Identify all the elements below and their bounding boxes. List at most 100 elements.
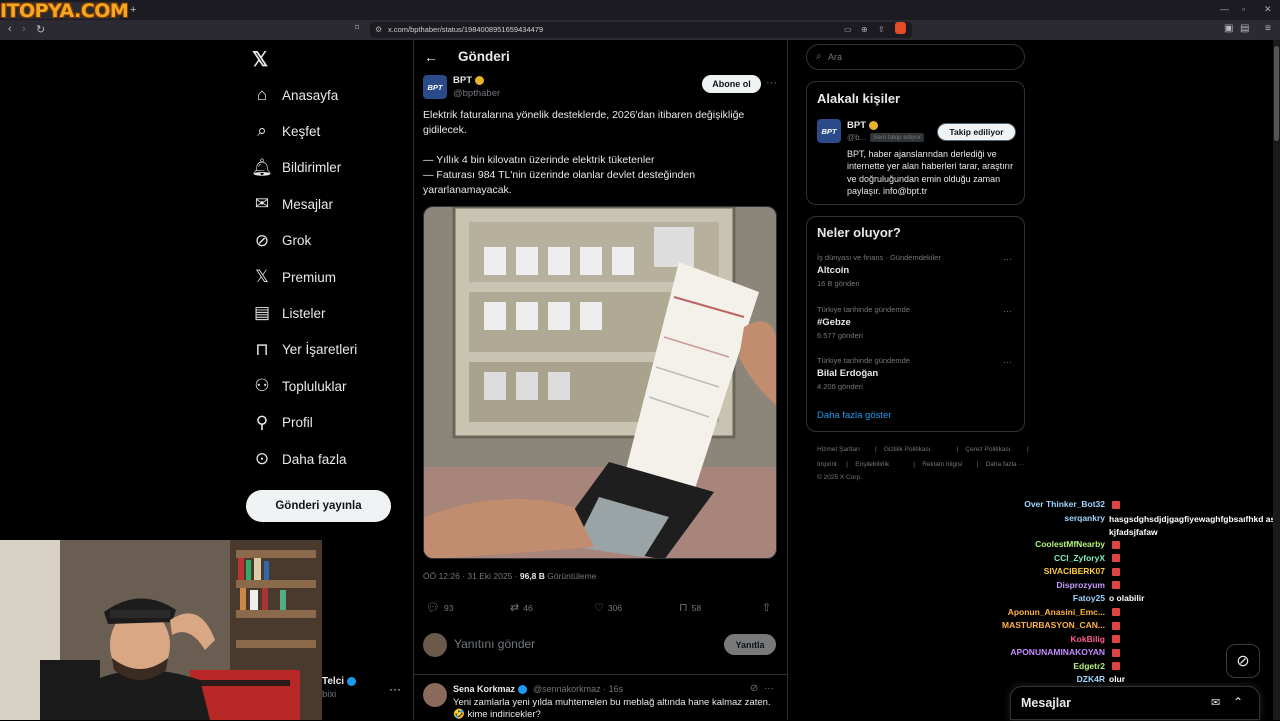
related-avatar[interactable]: BPT bbox=[817, 119, 841, 143]
wallet-icon[interactable]: ▣ bbox=[1224, 23, 1233, 34]
nav-item[interactable]: ⚲ Profil bbox=[252, 410, 313, 436]
new-tab-icon[interactable]: + bbox=[130, 4, 136, 16]
back-arrow-icon[interactable]: ← bbox=[424, 49, 438, 65]
chat-username[interactable]: KokBilig bbox=[1071, 634, 1105, 644]
x-logo-icon[interactable]: 𝕏 bbox=[252, 47, 268, 72]
footer-link[interactable]: Erişilebilirlik bbox=[855, 461, 889, 468]
tweet-text-line: Elektrik faturalarına yönelik desteklerd… bbox=[423, 109, 745, 136]
chat-username[interactable]: CCI_ZyforyX bbox=[1054, 553, 1105, 563]
footer-link[interactable]: Imprint bbox=[817, 461, 837, 468]
comment-icons[interactable]: ⊘ ··· bbox=[750, 683, 774, 694]
chat-username[interactable]: Fatoy25 bbox=[1073, 593, 1105, 603]
menu-icon[interactable]: ≡ bbox=[1265, 23, 1271, 34]
comment-avatar[interactable] bbox=[423, 683, 447, 707]
close-window-icon[interactable]: ✕ bbox=[1264, 4, 1272, 15]
chat-username[interactable]: Edgetr2 bbox=[1073, 661, 1105, 671]
following-button[interactable]: Takip ediliyor bbox=[937, 123, 1016, 141]
nav-label: Daha fazla bbox=[282, 451, 347, 467]
repost-action[interactable]: ⇄ 46 bbox=[510, 601, 533, 614]
chat-username[interactable]: Aponun_Anasini_Emc... bbox=[1008, 607, 1105, 617]
nav-item[interactable]: ⊓ Yer İşaretleri bbox=[252, 337, 357, 363]
reply-button[interactable]: Yanıtla bbox=[724, 634, 776, 655]
related-name[interactable]: BPT bbox=[847, 120, 878, 131]
scrollbar[interactable] bbox=[1273, 40, 1280, 720]
comment-handle[interactable]: @sennakorkmaz · 16s bbox=[533, 684, 623, 694]
chat-username[interactable]: APONUNAMINAKOYAN bbox=[1010, 647, 1105, 657]
footer-separator: | bbox=[913, 461, 915, 468]
nav-item[interactable]: ⌂ Anasayfa bbox=[252, 82, 338, 108]
search-input[interactable]: Ara bbox=[828, 52, 842, 62]
footer-link[interactable]: Daha fazla ··· bbox=[986, 461, 1025, 468]
list-icon: ▤ bbox=[253, 303, 271, 323]
chat-username[interactable]: Disprozyum bbox=[1056, 580, 1105, 590]
expand-drawer-icon[interactable]: ⌃ bbox=[1233, 695, 1243, 709]
trend-more-icon[interactable]: ··· bbox=[1003, 306, 1012, 316]
back-icon[interactable]: ‹ bbox=[8, 23, 12, 35]
nav-item[interactable]: ⊘ Grok bbox=[252, 228, 311, 254]
show-more-link[interactable]: Daha fazla göster bbox=[817, 410, 891, 421]
screen-icon[interactable]: ▭ bbox=[844, 25, 852, 34]
like-action[interactable]: ♡ 306 bbox=[594, 601, 622, 614]
footer-link[interactable]: Hizmet Şartları bbox=[817, 446, 860, 453]
brave-shield-icon[interactable] bbox=[895, 22, 906, 34]
account-switcher[interactable]: Telci bixi bbox=[322, 676, 357, 700]
chat-username[interactable]: MASTURBASYON_CAN... bbox=[1002, 620, 1105, 630]
bookmark-page-icon[interactable]: ⌑ bbox=[355, 23, 359, 32]
forward-icon[interactable]: › bbox=[22, 23, 26, 35]
subscribe-button[interactable]: Abone ol bbox=[702, 75, 761, 93]
share-action[interactable]: ⇧ bbox=[762, 601, 775, 614]
chat-username[interactable]: CoolestMfNearby bbox=[1035, 539, 1105, 549]
maximize-icon[interactable]: ▫ bbox=[1242, 4, 1245, 14]
author-avatar[interactable]: BPT bbox=[423, 75, 447, 99]
emote-icon bbox=[1112, 500, 1120, 509]
account-more-icon[interactable]: ··· bbox=[389, 682, 401, 696]
trend-more-icon[interactable]: ··· bbox=[1003, 357, 1012, 367]
new-message-icon[interactable]: ✉ bbox=[1211, 696, 1220, 709]
comment-author[interactable]: Sena Korkmaz bbox=[453, 684, 528, 695]
nav-item[interactable]: ⌕ Keşfet bbox=[252, 118, 320, 144]
author-handle[interactable]: @bpthaber bbox=[453, 88, 500, 99]
trend-name[interactable]: #Gebze bbox=[817, 317, 851, 328]
tweet-photo[interactable] bbox=[423, 206, 777, 559]
grok-small-icon[interactable]: ⊘ bbox=[750, 683, 758, 694]
nav-item[interactable]: 🔔︎ Bildirimler bbox=[251, 155, 341, 181]
trend-name[interactable]: Altcoin bbox=[817, 265, 849, 276]
chat-username[interactable]: serqankry bbox=[1064, 513, 1105, 523]
chat-username[interactable]: DZK4R bbox=[1077, 674, 1105, 684]
reload-icon[interactable]: ↻ bbox=[36, 23, 45, 36]
share-icon[interactable]: ⇪ bbox=[878, 25, 885, 34]
site-info-icon[interactable]: ⚙ bbox=[375, 25, 382, 34]
scrollbar-thumb[interactable] bbox=[1274, 46, 1279, 141]
more-options-icon[interactable]: ··· bbox=[766, 77, 777, 89]
post-button[interactable]: Gönderi yayınla bbox=[246, 490, 391, 522]
zoom-icon[interactable]: ⊕ bbox=[861, 25, 868, 34]
grok-fab-icon[interactable]: ⊘ bbox=[1226, 644, 1260, 678]
comment-more-icon[interactable]: ··· bbox=[764, 683, 774, 694]
nav-item[interactable]: 𝕏 Premium bbox=[252, 264, 336, 290]
search-box[interactable]: ⌕ Ara bbox=[806, 44, 1025, 70]
minimize-icon[interactable]: — bbox=[1220, 4, 1229, 14]
footer-link[interactable]: Gizlilik Politikası bbox=[884, 446, 931, 453]
trend-more-icon[interactable]: ··· bbox=[1003, 254, 1012, 264]
chat-message bbox=[1109, 499, 1120, 509]
tweet-time[interactable]: ÖÖ 12:26 · 31 Eki 2025 · bbox=[423, 571, 520, 581]
url-text[interactable]: x.com/bpthaber/status/198400895165943447… bbox=[388, 25, 543, 34]
address-bar[interactable]: ⚙ x.com/bpthaber/status/1984008951659434… bbox=[370, 22, 912, 38]
sidebar-toggle-icon[interactable]: ▤ bbox=[1240, 23, 1249, 34]
chat-username[interactable]: SIVACIBERK07 bbox=[1044, 566, 1105, 576]
emote-icon bbox=[1112, 540, 1120, 549]
nav-item[interactable]: ▤ Listeler bbox=[252, 300, 326, 326]
reply-action[interactable]: 💬︎ 93 bbox=[426, 601, 453, 614]
footer-link[interactable]: Çerez Politikası bbox=[965, 446, 1010, 453]
nav-item[interactable]: ⚇ Topluluklar bbox=[252, 373, 346, 399]
messages-drawer[interactable]: Mesajlar ✉ ⌃ bbox=[1010, 686, 1260, 720]
chat-username[interactable]: Over Thinker_Bot32 bbox=[1024, 499, 1105, 509]
reply-input[interactable]: Yanıtını gönder bbox=[454, 637, 535, 651]
nav-item[interactable]: ✉ Mesajlar bbox=[252, 191, 333, 217]
related-handle[interactable]: @b... bbox=[847, 133, 866, 142]
footer-link[interactable]: Reklam bilgisi bbox=[922, 461, 962, 468]
trend-name[interactable]: Bilal Erdoğan bbox=[817, 368, 878, 379]
author-name[interactable]: BPT bbox=[453, 75, 484, 86]
bookmark-action[interactable]: ⊓ 58 bbox=[679, 601, 701, 614]
nav-item[interactable]: ⊙ Daha fazla bbox=[252, 446, 347, 472]
